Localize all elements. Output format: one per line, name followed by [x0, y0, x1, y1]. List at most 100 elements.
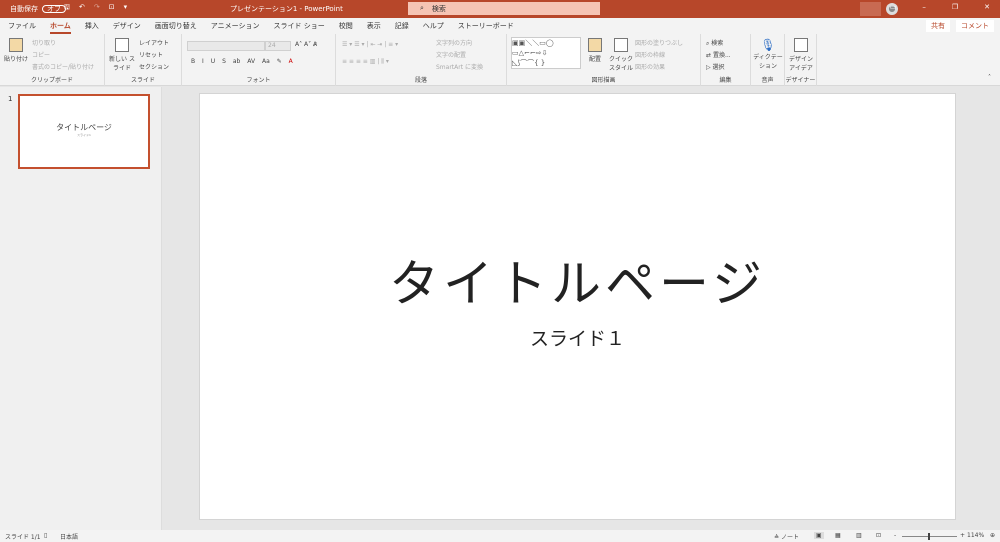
- underline-button[interactable]: U: [211, 58, 215, 65]
- minimize-icon[interactable]: –: [922, 3, 926, 11]
- document-title: プレゼンテーション1 - PowerPoint: [230, 5, 343, 13]
- change-case-button[interactable]: Aa: [262, 58, 270, 65]
- tab-design[interactable]: デザイン: [113, 18, 141, 34]
- tab-storyboard[interactable]: ストーリーボード: [458, 18, 514, 34]
- reset-button[interactable]: リセット: [139, 50, 163, 59]
- align-text-button[interactable]: 文字の配置: [436, 50, 466, 59]
- tab-review[interactable]: 校閲: [339, 18, 353, 34]
- user-name-box[interactable]: [860, 2, 881, 16]
- autosave-toggle[interactable]: オフ: [42, 5, 66, 13]
- group-font: 24 A˄ A˅ A̷ B I U S ab AV Aa ✎ A フォント: [182, 34, 336, 86]
- shape-fill-button[interactable]: 図形の塗りつぶし: [635, 38, 683, 47]
- strikethrough-button[interactable]: ab: [233, 58, 241, 65]
- quick-styles-button[interactable]: クイック スタイル: [609, 38, 633, 72]
- select-label: 選択: [712, 64, 725, 71]
- replace-label: 置換...: [712, 52, 731, 59]
- accessibility-icon[interactable]: ▯: [44, 532, 47, 539]
- copy-button[interactable]: コピー: [32, 50, 50, 59]
- spacing-button[interactable]: AV: [247, 58, 255, 65]
- group-label: クリップボード: [30, 77, 73, 84]
- highlight-icon[interactable]: ✎: [277, 58, 282, 65]
- slide-title[interactable]: タイトルページ: [200, 244, 955, 316]
- tab-record[interactable]: 記録: [395, 18, 409, 34]
- zoom-level[interactable]: 114%: [967, 532, 984, 539]
- layout-button[interactable]: レイアウト: [139, 38, 169, 47]
- autosave[interactable]: 自動保存 オフ: [10, 4, 66, 14]
- design-ideas-button[interactable]: デザイン アイデア: [787, 38, 815, 72]
- zoom-slider-thumb[interactable]: [928, 533, 930, 540]
- reading-view-icon[interactable]: ▥: [856, 532, 862, 539]
- font-color-icon[interactable]: A: [289, 58, 293, 65]
- find-button[interactable]: ⌕ 検索: [706, 38, 723, 48]
- italic-button[interactable]: I: [202, 58, 204, 65]
- language[interactable]: 日本語: [60, 532, 78, 541]
- comment-button[interactable]: コメント: [956, 20, 994, 32]
- ribbon-display-icon[interactable]: ▭: [890, 3, 897, 11]
- close-icon[interactable]: ✕: [984, 3, 990, 11]
- slide-canvas[interactable]: タイトルページ スライド１: [199, 93, 956, 520]
- tab-home[interactable]: ホーム: [50, 18, 71, 34]
- collapse-ribbon-icon[interactable]: ˄: [988, 74, 991, 81]
- replace-button[interactable]: ⇄ 置換...: [706, 50, 731, 59]
- group-label: 段落: [414, 77, 427, 84]
- present-icon[interactable]: ⊡: [109, 3, 115, 14]
- text-direction-button[interactable]: 文字列の方向: [436, 38, 472, 47]
- group-label: 図形描画: [591, 77, 616, 84]
- zoom-out-button[interactable]: -: [894, 532, 896, 539]
- tab-slideshow[interactable]: スライド ショー: [274, 18, 325, 34]
- redo-icon[interactable]: ↷: [94, 3, 100, 14]
- undo-icon[interactable]: ↶: [79, 3, 85, 14]
- align-buttons[interactable]: ≡ ≡ ≡ ≡ ▥ | ⫼ ▾: [342, 58, 389, 66]
- arrange-icon: [588, 38, 602, 52]
- customize-icon[interactable]: ▾: [124, 3, 128, 14]
- save-icon[interactable]: 🖫: [64, 3, 70, 14]
- bold-button[interactable]: B: [191, 58, 195, 65]
- fit-to-window-icon[interactable]: ⊕: [990, 532, 995, 539]
- shapes-gallery[interactable]: ▣▣＼＼▭◯ ▭△⌐⌐⇨⇩ ◺⟆⌒⌒{ }: [511, 37, 581, 69]
- group-label: 編集: [719, 77, 732, 84]
- shadow-button[interactable]: S: [222, 58, 226, 65]
- ribbon: 貼り付け 切り取り コピー 書式のコピー/貼り付け クリップボード 新しい スラ…: [0, 34, 1000, 86]
- tab-insert[interactable]: 挿入: [85, 18, 99, 34]
- list-buttons[interactable]: ☰ ▾ ☰ ▾ | ⇤ ⇥ | ≡ ▾: [342, 41, 398, 48]
- cut-button[interactable]: 切り取り: [32, 38, 56, 47]
- group-label: 音声: [761, 77, 774, 84]
- status-bar: スライド 1/1 ▯ 日本語 ≙ ノート ▣ ▦ ▥ ⊡ - + 114% ⊕: [0, 530, 1000, 542]
- thumbnail-subtitle: スライド1: [77, 133, 91, 137]
- slide-subtitle[interactable]: スライド１: [200, 324, 955, 351]
- restore-icon[interactable]: ❐: [952, 3, 958, 11]
- paste-button[interactable]: 貼り付け: [4, 38, 28, 63]
- dictate-button[interactable]: 🎙 ディクテーション: [753, 38, 783, 70]
- font-format-buttons[interactable]: B I U S ab AV Aa ✎ A: [191, 58, 293, 65]
- group-clipboard: 貼り付け 切り取り コピー 書式のコピー/貼り付け クリップボード: [0, 34, 105, 86]
- zoom-slider[interactable]: [902, 533, 957, 540]
- slideshow-view-icon[interactable]: ⊡: [876, 532, 881, 539]
- shape-effects-button[interactable]: 図形の効果: [635, 62, 665, 71]
- zoom-in-button[interactable]: +: [960, 532, 965, 539]
- tab-animations[interactable]: アニメーション: [211, 18, 260, 34]
- design-ideas-label: デザイン アイデア: [788, 56, 813, 72]
- new-slide-button[interactable]: 新しい スライド: [109, 38, 135, 72]
- search-box[interactable]: ⌕ 検索: [408, 2, 600, 15]
- tab-file[interactable]: ファイル: [8, 18, 36, 34]
- format-painter-button[interactable]: 書式のコピー/貼り付け: [32, 62, 94, 71]
- font-grow-button[interactable]: A˄ A˅ A̷: [295, 41, 317, 48]
- share-button[interactable]: 共有: [926, 20, 950, 32]
- font-size-select[interactable]: 24: [265, 41, 291, 51]
- group-designer: デザイン アイデア デザイナー: [785, 34, 817, 86]
- arrange-button[interactable]: 配置: [585, 38, 605, 63]
- tab-view[interactable]: 表示: [367, 18, 381, 34]
- normal-view-icon[interactable]: ▣: [814, 532, 824, 539]
- slide-thumbnail[interactable]: タイトルページ スライド1: [18, 94, 150, 169]
- smartart-button[interactable]: SmartArt に変換: [436, 62, 483, 71]
- quick-styles-icon: [614, 38, 628, 52]
- section-button[interactable]: セクション: [139, 62, 169, 71]
- font-name-select[interactable]: [187, 41, 265, 51]
- tab-help[interactable]: ヘルプ: [423, 18, 444, 34]
- tab-transitions[interactable]: 画面切り替え: [155, 18, 197, 34]
- select-button[interactable]: ▷ 選択: [706, 62, 725, 71]
- notes-button[interactable]: ≙ ノート: [774, 532, 799, 541]
- arrange-label: 配置: [588, 56, 601, 63]
- shape-outline-button[interactable]: 図形の枠線: [635, 50, 665, 59]
- sorter-view-icon[interactable]: ▦: [835, 532, 841, 539]
